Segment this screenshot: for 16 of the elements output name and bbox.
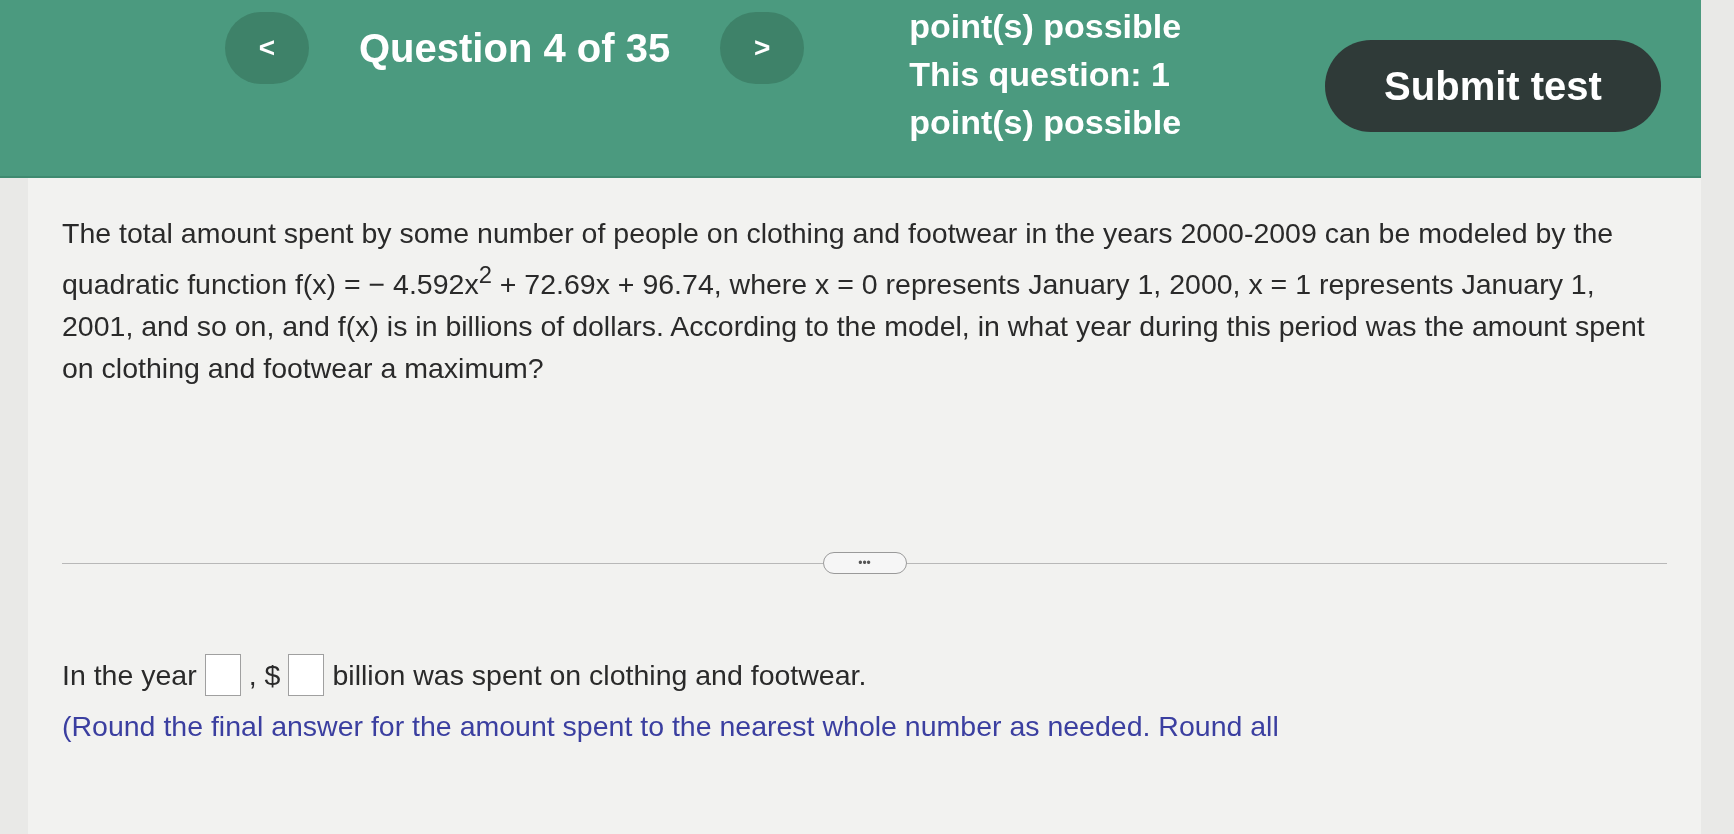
answer-text: , [248,658,257,692]
question-text: The total amount spent by some number of people on clothing and footwear in the years 2000-2009 can be modeled by the quadratic function f(x) = − 4.592x$^{2}$ + 72.69x + 96.74, where x = 0 represents January 1, 2000, x = 1 represents January 1, 2001, and so on, and f(x) is in billions of dollars. According to the model, in what year during this period was the amount spent on clothing and footwear a maximum? [62,216,1646,386]
answer-text: billion was spent on clothing and footwear. [332,658,867,692]
answer-text: In the year [62,658,197,692]
points-text: This question: 1 [909,54,1171,95]
previous-button[interactable]: < [225,12,309,84]
expand-button[interactable]: ••• [822,552,907,574]
points-text: point(s) possible [909,102,1182,143]
rounding-note: (Round the final answer for the amount spent to the nearest whole number as needed. Round all [62,710,1280,743]
points-text: point(s) possible [909,6,1182,47]
answer-text: $ [264,658,281,692]
answer-box[interactable] [288,654,325,696]
next-button[interactable]: > [720,12,805,84]
answer-box[interactable] [204,654,241,696]
submit-test-button[interactable]: Submit test [1325,40,1661,132]
question-label: Question 4 of 35 [358,25,672,71]
